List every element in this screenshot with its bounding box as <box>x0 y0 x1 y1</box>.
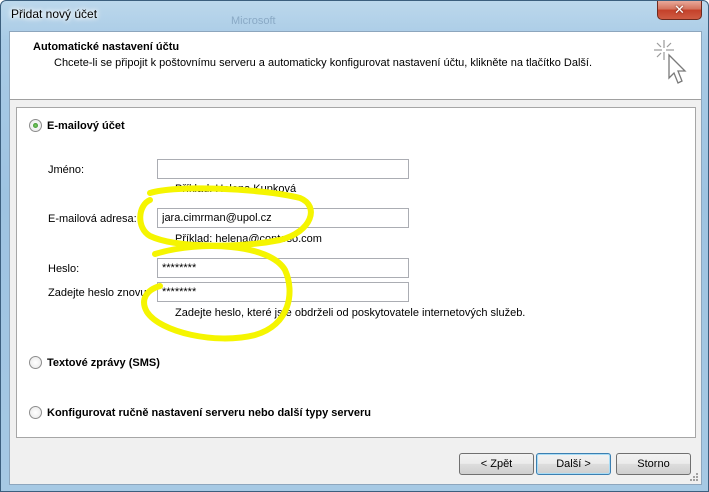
email-account-radio[interactable] <box>29 119 42 132</box>
next-button[interactable]: Další > <box>536 453 611 475</box>
window-title: Přidat nový účet <box>11 7 98 21</box>
name-hint: Příklad: Helena Kupková <box>175 183 297 195</box>
password-repeat-field[interactable] <box>157 282 409 302</box>
manual-config-option[interactable]: Konfigurovat ručně nastavení serveru neb… <box>29 406 371 419</box>
manual-config-radio[interactable] <box>29 406 42 419</box>
cancel-button[interactable]: Storno <box>616 453 691 475</box>
close-icon: ✕ <box>674 2 685 18</box>
password-field[interactable] <box>157 258 409 278</box>
header-subtitle: Chcete-li se připojit k poštovnímu serve… <box>54 57 593 69</box>
title-bar[interactable]: Přidat nový účet Microsoft ✕ <box>1 1 708 31</box>
sms-option[interactable]: Textové zprávy (SMS) <box>29 356 160 369</box>
email-field[interactable] <box>157 208 409 228</box>
name-field[interactable] <box>157 159 409 179</box>
dialog-client-area: Automatické nastavení účtu Chcete-li se … <box>9 31 702 485</box>
resize-grip-icon[interactable] <box>689 472 699 482</box>
email-label: E-mailová adresa: <box>48 213 137 225</box>
sms-radio[interactable] <box>29 356 42 369</box>
email-account-label: E-mailový účet <box>47 119 125 132</box>
wizard-wand-icon <box>654 40 687 84</box>
email-hint: Příklad: helena@contoso.com <box>175 233 322 245</box>
wizard-header: Automatické nastavení účtu Chcete-li se … <box>10 32 701 100</box>
close-button[interactable]: ✕ <box>657 1 702 20</box>
sms-label: Textové zprávy (SMS) <box>47 356 160 369</box>
email-account-option[interactable]: E-mailový účet <box>29 119 125 132</box>
password-repeat-label: Zadejte heslo znovu: <box>48 287 150 299</box>
password-hint: Zadejte heslo, které jste obdrželi od po… <box>175 307 526 319</box>
header-title: Automatické nastavení účtu <box>33 41 180 53</box>
manual-config-label: Konfigurovat ručně nastavení serveru neb… <box>47 406 371 419</box>
password-label: Heslo: <box>48 263 80 275</box>
options-panel: E-mailový účet Jméno: Příklad: Helena Ku… <box>16 107 696 438</box>
name-label: Jméno: <box>48 164 85 176</box>
window-frame: Přidat nový účet Microsoft ✕ Automatické… <box>0 0 709 492</box>
background-window-text: Microsoft <box>231 15 276 27</box>
back-button[interactable]: < Zpět <box>459 453 534 475</box>
